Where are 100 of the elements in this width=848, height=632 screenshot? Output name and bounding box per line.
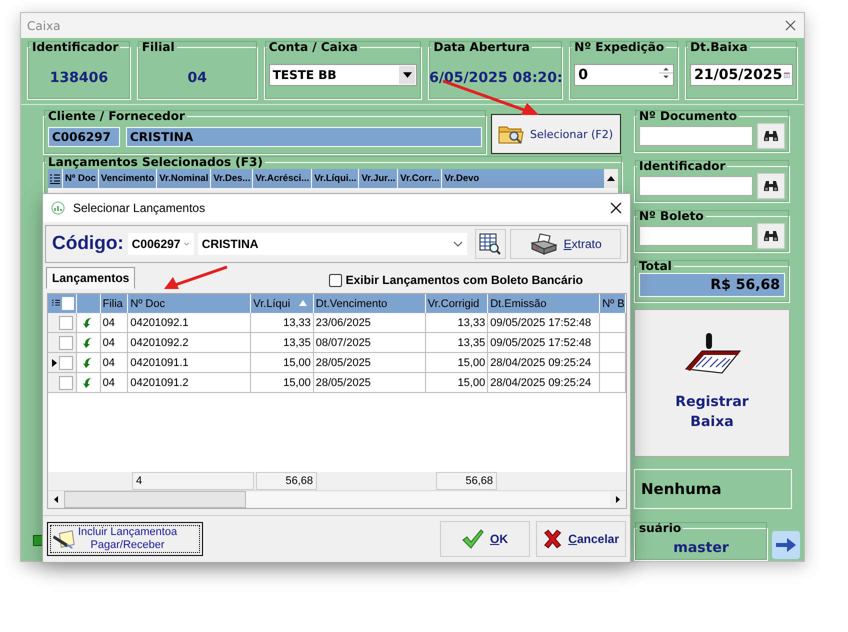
row-checkbox[interactable]: [59, 316, 73, 330]
next-button[interactable]: [772, 531, 800, 559]
search-field[interactable]: [639, 176, 753, 196]
search-button[interactable]: [757, 123, 785, 149]
table-cell: 28/04/2025 09:25:24: [488, 353, 600, 372]
scroll-left-icon: [54, 496, 58, 503]
chevron-down-icon: [452, 241, 463, 247]
field-label: Conta / Caixa: [268, 40, 359, 54]
printer-icon: [530, 233, 558, 255]
name-combo[interactable]: CRISTINA: [198, 233, 467, 255]
view-button[interactable]: [474, 229, 506, 259]
checkbox-label: Exibir Lançamentos com Boleto Bancário: [346, 273, 583, 287]
table-cell: 15,00: [251, 373, 314, 392]
table-cell: 04: [100, 313, 128, 332]
table-cell: 04: [100, 353, 128, 372]
tab[interactable]: Lançamentos: [46, 267, 136, 289]
field-label: Nº Documento: [638, 109, 738, 123]
table-cell: 13,35: [251, 333, 314, 352]
account-combo[interactable]: TESTE BB: [268, 64, 418, 86]
field-label: Identificador: [31, 40, 120, 54]
dialog-title: Selecionar Lançamentos: [73, 201, 206, 215]
spin-field[interactable]: 0: [574, 64, 674, 86]
column-header[interactable]: Filia: [100, 294, 128, 313]
right-arrow-icon: [776, 538, 796, 552]
total-value: R$ 56,68: [639, 273, 785, 297]
total-cell: 56,68: [256, 472, 317, 490]
scroll-up-icon[interactable]: [607, 176, 615, 181]
window-title: Caixa: [27, 18, 62, 32]
field-label: Nº Boleto: [638, 209, 705, 223]
down-left-arrow-icon: [83, 356, 94, 368]
scroll-right-icon: [616, 496, 620, 503]
field-label: Dt.Baixa: [689, 40, 749, 54]
register-button[interactable]: Registrar Baixa: [634, 309, 790, 457]
table-cell: 13,33: [426, 313, 488, 332]
row-checkbox[interactable]: [59, 356, 73, 370]
column-header[interactable]: Dt.Vencimento: [314, 294, 426, 313]
field-label: Nº Expedição: [573, 40, 666, 54]
table-cell: 13,35: [426, 333, 488, 352]
checkbox[interactable]: [328, 274, 342, 286]
search-field[interactable]: [639, 226, 753, 246]
column-header[interactable]: Vr.Corrigid: [426, 294, 488, 313]
table-cell: 28/04/2025 09:25:24: [488, 373, 600, 392]
list-icon: [50, 174, 60, 184]
cross-icon: [543, 528, 562, 550]
field-label: suário: [638, 521, 682, 535]
code-combo[interactable]: C006297: [128, 233, 194, 255]
table-cell: 08/07/2025: [314, 333, 426, 352]
column-header[interactable]: Nº B: [600, 294, 626, 313]
column-header[interactable]: Vr.Líqui: [251, 294, 314, 313]
down-left-arrow-icon: [83, 316, 94, 328]
client-code-field: C006297: [48, 126, 120, 146]
status-indicator-icon: [33, 535, 43, 546]
row-checkbox[interactable]: [59, 376, 73, 390]
search-button[interactable]: [757, 173, 785, 199]
date-field[interactable]: 21/05/2025: [690, 64, 793, 86]
select-all-checkbox[interactable]: [62, 297, 74, 310]
field-value: 6/05/2025 08:20:: [429, 68, 563, 86]
total-cell: 4: [132, 472, 254, 490]
close-icon[interactable]: [610, 202, 622, 214]
close-icon[interactable]: [785, 20, 796, 31]
table-cell: 04201091.2: [128, 373, 252, 392]
table-cell: 09/05/2025 17:52:48: [488, 313, 600, 332]
table-cell: 04201092.1: [128, 313, 252, 332]
table-cell: 04: [100, 373, 128, 392]
field-label: Data Abertura: [432, 40, 531, 54]
statement-button[interactable]: Extrato: [510, 229, 622, 259]
status-field: Nenhuma: [634, 469, 792, 509]
cancel-button[interactable]: Cancelar: [536, 521, 626, 557]
table-cell: 13,33: [251, 313, 314, 332]
horizontal-scrollbar[interactable]: [48, 490, 626, 508]
down-left-arrow-icon: [83, 336, 94, 348]
checkmark-icon: [462, 529, 484, 549]
table-search-icon: [479, 233, 502, 255]
table-cell: 04201091.1: [128, 353, 252, 372]
total-cell: 56,68: [436, 472, 497, 490]
user-value: master: [673, 540, 729, 556]
table-cell: 09/05/2025 17:52:48: [488, 333, 600, 352]
column-header[interactable]: Nº Doc: [128, 294, 252, 313]
select-button[interactable]: Selecionar (F2): [491, 114, 621, 154]
chevron-down-icon: [184, 241, 190, 247]
field-value: 04: [188, 68, 208, 86]
ok-button[interactable]: OK: [440, 521, 530, 557]
field-label: Total: [638, 259, 673, 273]
binoculars-icon: [763, 130, 779, 142]
search-field[interactable]: [639, 126, 753, 146]
field-label: Cliente / Fornecedor: [47, 109, 186, 123]
dropdown-arrow-icon: [402, 72, 412, 78]
annotation-arrow: [163, 265, 229, 291]
row-checkbox[interactable]: [59, 336, 73, 350]
search-button[interactable]: [757, 223, 785, 249]
list-icon: [52, 299, 60, 308]
app-icon: [51, 201, 65, 215]
table-cell: 28/05/2025: [314, 373, 426, 392]
field-value: 138406: [50, 68, 108, 86]
field-label: Identificador: [638, 159, 726, 173]
include-button[interactable]: Incluir Lançamentoa Pagar/Receber: [47, 522, 203, 556]
down-left-arrow-icon: [83, 376, 94, 388]
table-cell: 04: [100, 333, 128, 352]
table-cell: 04201092.2: [128, 333, 252, 352]
column-header[interactable]: Dt.Emissão: [488, 294, 600, 313]
